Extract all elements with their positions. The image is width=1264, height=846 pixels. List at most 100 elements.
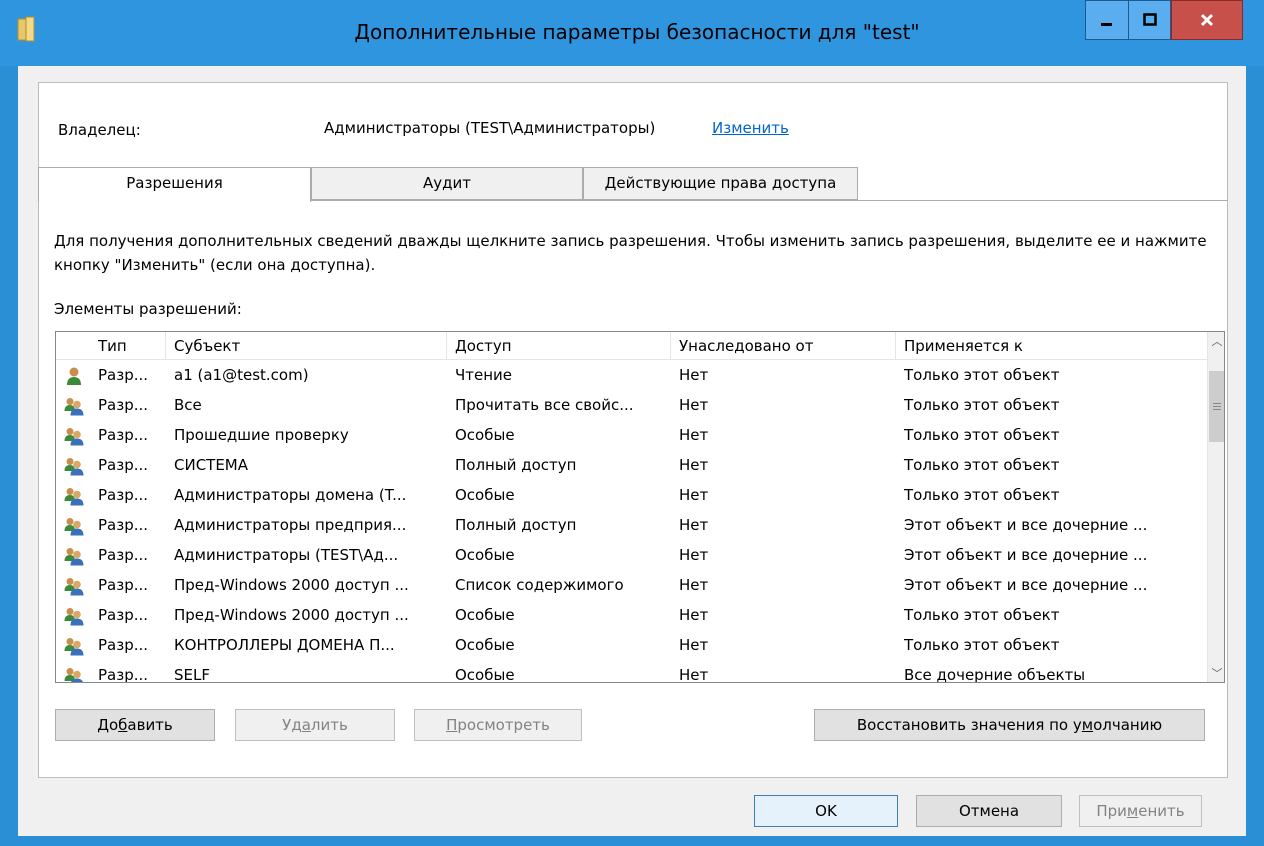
- owner-value: Администраторы (TEST\Администраторы): [324, 119, 656, 137]
- title-bar[interactable]: Дополнительные параметры безопасности дл…: [0, 0, 1264, 66]
- cell-type: Разр...: [98, 606, 149, 624]
- cell-access: Особые: [455, 546, 515, 564]
- minimize-button[interactable]: [1085, 0, 1128, 40]
- cell-inherited: Нет: [679, 606, 709, 624]
- remove-label-post: лить: [310, 716, 348, 734]
- cell-access: Прочитать все свойс...: [455, 396, 634, 414]
- dialog-client-area: Владелец: Администраторы (TEST\Администр…: [18, 66, 1246, 836]
- cell-type: Разр...: [98, 426, 149, 444]
- restore-label-post: олчанию: [1093, 716, 1163, 734]
- close-button[interactable]: [1171, 0, 1243, 40]
- cancel-button[interactable]: Отмена: [916, 795, 1062, 827]
- cell-applies: Только этот объект: [904, 486, 1060, 504]
- grip-icon: [1213, 403, 1221, 410]
- cell-inherited: Нет: [679, 426, 709, 444]
- ok-button[interactable]: OK: [754, 795, 898, 827]
- tab-effective-access[interactable]: Действующие права доступа: [583, 167, 858, 200]
- group-icon: [64, 456, 84, 476]
- list-item[interactable]: Разр... СИСТЕМА Полный доступ Нет Только это…: [56, 450, 1207, 480]
- apply-label-post: енить: [1138, 802, 1185, 820]
- group-icon: [64, 426, 84, 446]
- view-button[interactable]: Просмотреть: [414, 709, 582, 741]
- cell-applies: Этот объект и все дочерние ...: [904, 516, 1148, 534]
- cell-subject: Пред-Windows 2000 доступ ...: [174, 576, 409, 594]
- list-item[interactable]: Разр... Все Прочитать все свойс... Нет Тольк…: [56, 390, 1207, 420]
- list-item[interactable]: Разр... Администраторы (TEST\Ад... Особые Н…: [56, 540, 1207, 570]
- list-item[interactable]: Разр... Администраторы домена (T... Особые…: [56, 480, 1207, 510]
- cell-inherited: Нет: [679, 366, 709, 384]
- change-owner-link[interactable]: Изменить: [712, 119, 789, 137]
- cell-subject: КОНТРОЛЛЕРЫ ДОМЕНА П...: [174, 636, 395, 654]
- add-button[interactable]: Добавить: [55, 709, 215, 741]
- cell-access: Список содержимого: [455, 576, 624, 594]
- list-item[interactable]: Разр... Пред-Windows 2000 доступ ... Списо…: [56, 570, 1207, 600]
- cell-inherited: Нет: [679, 636, 709, 654]
- list-item[interactable]: Разр... КОНТРОЛЛЕРЫ ДОМЕНА П... Особые Нет Т…: [56, 630, 1207, 660]
- tab-audit[interactable]: Аудит: [311, 167, 583, 200]
- permission-entries-list[interactable]: Тип Субъект Доступ Унаследовано от Приме…: [55, 331, 1225, 683]
- cell-applies: Только этот объект: [904, 426, 1060, 444]
- scroll-up-arrow-icon[interactable]: ︿: [1208, 332, 1224, 350]
- security-dialog-window: Дополнительные параметры безопасности дл…: [0, 0, 1264, 846]
- cell-type: Разр...: [98, 576, 149, 594]
- cell-inherited: Нет: [679, 546, 709, 564]
- list-item[interactable]: Разр... Администраторы предприя... Полный …: [56, 510, 1207, 540]
- cell-type: Разр...: [98, 516, 149, 534]
- cell-access: Чтение: [455, 366, 513, 384]
- cell-subject: Администраторы домена (T...: [174, 486, 407, 504]
- cell-access: Особые: [455, 636, 515, 654]
- apply-button[interactable]: Применить: [1079, 795, 1202, 827]
- tab-divider: [311, 200, 1228, 201]
- owner-label: Владелец:: [58, 121, 141, 139]
- minimize-icon: [1101, 23, 1112, 26]
- scroll-thumb[interactable]: [1209, 371, 1224, 442]
- restore-defaults-button[interactable]: Восстановить значения по умолчанию: [814, 709, 1205, 741]
- scroll-down-arrow-icon[interactable]: ﹀: [1208, 664, 1224, 682]
- cell-inherited: Нет: [679, 666, 709, 683]
- cell-applies: Только этот объект: [904, 456, 1060, 474]
- cell-subject: СИСТЕМА: [174, 456, 249, 474]
- list-item[interactable]: Разр... Прошедшие проверку Особые Нет Только…: [56, 420, 1207, 450]
- cell-type: Разр...: [98, 546, 149, 564]
- cell-subject: SELF: [174, 666, 210, 683]
- cell-applies: Только этот объект: [904, 366, 1060, 384]
- cell-type: Разр...: [98, 666, 149, 683]
- cell-inherited: Нет: [679, 516, 709, 534]
- cell-applies: Только этот объект: [904, 396, 1060, 414]
- permissions-description: Для получения дополнительных сведений дв…: [54, 232, 1207, 274]
- column-header-subject[interactable]: Субъект: [166, 332, 447, 360]
- cell-access: Особые: [455, 426, 515, 444]
- close-icon: [1200, 13, 1214, 27]
- column-header-type[interactable]: Тип: [90, 332, 166, 360]
- group-icon: [64, 396, 84, 416]
- cell-type: Разр...: [98, 456, 149, 474]
- cell-access: Полный доступ: [455, 456, 577, 474]
- group-icon: [64, 546, 84, 566]
- remove-label-pre: Уд: [282, 716, 302, 734]
- column-header-inherited[interactable]: Унаследовано от: [671, 332, 896, 360]
- window-title: Дополнительные параметры безопасности дл…: [354, 20, 920, 44]
- cell-subject: Прошедшие проверку: [174, 426, 349, 444]
- column-header-applies[interactable]: Применяется к: [896, 332, 1207, 360]
- cell-applies: Этот объект и все дочерние ...: [904, 546, 1148, 564]
- group-icon: [64, 576, 84, 596]
- remove-button[interactable]: Удалить: [235, 709, 395, 741]
- cell-type: Разр...: [98, 636, 149, 654]
- group-icon: [64, 486, 84, 506]
- group-icon: [64, 636, 84, 656]
- cell-inherited: Нет: [679, 456, 709, 474]
- restore-label-accel: м: [1081, 716, 1094, 734]
- tab-permissions[interactable]: Разрешения: [38, 167, 311, 202]
- column-header-access[interactable]: Доступ: [447, 332, 671, 360]
- list-item[interactable]: Разр... a1 (a1@test.com) Чтение Нет Только э…: [56, 360, 1207, 390]
- cell-type: Разр...: [98, 396, 149, 414]
- list-item[interactable]: Разр... Пред-Windows 2000 доступ ... Особы…: [56, 600, 1207, 630]
- list-item[interactable]: Разр... SELF Особые Нет Все дочерние объекты: [56, 660, 1207, 683]
- maximize-button[interactable]: [1128, 0, 1171, 40]
- permission-entries-label: Элементы разрешений:: [54, 300, 242, 318]
- cell-access: Особые: [455, 606, 515, 624]
- cell-type: Разр...: [98, 486, 149, 504]
- vertical-scrollbar[interactable]: ︿ ﹀: [1207, 332, 1224, 682]
- cell-inherited: Нет: [679, 396, 709, 414]
- cell-applies: Только этот объект: [904, 606, 1060, 624]
